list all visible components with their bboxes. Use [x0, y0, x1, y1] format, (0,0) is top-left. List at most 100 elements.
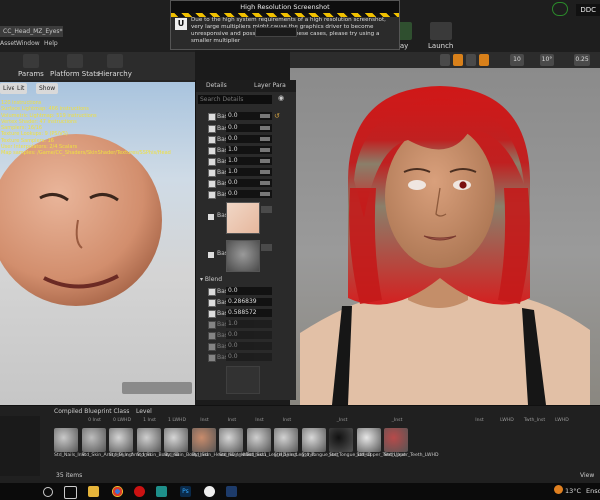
param-row[interactable]: Base 0.0 ↺ — [208, 112, 288, 121]
param-row[interactable]: Base 1.0 — [208, 146, 288, 155]
asset-thumbnail — [384, 428, 408, 452]
rotation-snap-chip[interactable]: 10° — [540, 54, 554, 66]
grid-size-chip[interactable]: 10 — [510, 54, 524, 66]
windows-taskbar: Ps 13°C Ensol — [0, 483, 600, 500]
hierarchy-button[interactable]: Hierarchy — [98, 54, 132, 78]
menu-help[interactable]: Help — [44, 40, 58, 47]
texture-thumbnail[interactable] — [226, 202, 260, 234]
texture-param-row[interactable]: Base — [208, 240, 288, 274]
scale-snap-chip[interactable]: 0.25 — [574, 54, 590, 66]
folder-tree[interactable] — [0, 416, 40, 476]
tab-compiled-blueprint-class[interactable]: Compiled Blueprint Class — [54, 407, 134, 417]
launch-button[interactable]: Launch — [428, 22, 453, 50]
param-row[interactable]: Base 1.0 — [208, 157, 288, 166]
platform-stats-button[interactable]: Platform Stats — [50, 54, 100, 78]
asset-top-label: Inst — [255, 418, 264, 423]
asset-tile[interactable]: Std_Nails_Inst — [54, 428, 86, 459]
reset-icon[interactable]: ↺ — [274, 112, 280, 121]
preview-shape-buttons[interactable] — [122, 382, 192, 394]
menu-asset[interactable]: Asset — [0, 40, 16, 47]
asset-tile[interactable]: Std_Tongue_LWHD — [329, 428, 371, 459]
asset-name: Std_Upper_Teeth_LWHD — [384, 453, 439, 458]
material-editor-window: CC_Head_MZ_Eyes* Asset Window Help Param… — [0, 0, 195, 405]
asset-name: Std_Tongue_Inst — [301, 453, 339, 458]
transform-icon[interactable] — [440, 54, 450, 66]
lit-dropdown[interactable]: Lit — [14, 83, 28, 94]
asset-top-label: Inst — [282, 418, 292, 423]
param-row[interactable]: Base 0.0 — [208, 179, 288, 188]
texture-dropdown[interactable] — [261, 244, 272, 251]
items-count: 35 items — [56, 472, 83, 479]
asset-tab[interactable]: CC_Head_MZ_Eyes* — [0, 26, 63, 37]
asset-tile[interactable]: Std_Skin_Head_HD_Inst1 — [191, 428, 248, 459]
texture-dropdown[interactable] — [261, 206, 272, 213]
asset-tile[interactable]: Std_Upper_Teeth_Inst — [356, 428, 406, 459]
asset-top-label: Inst — [227, 418, 237, 423]
asset-tile[interactable]: Std_Skin_Body_Inst — [164, 428, 208, 459]
asset-tile[interactable]: Std_Skin_Leg_Inst — [274, 428, 315, 459]
tab-level[interactable]: Level — [136, 407, 166, 417]
visibility-eye-icon[interactable]: ◉ — [278, 94, 284, 102]
language-indicator[interactable]: Ensol — [586, 487, 600, 495]
weather-icon[interactable] — [554, 485, 563, 494]
asset-name: Std_Upper_Teeth_Inst — [356, 453, 406, 458]
asset-thumbnail — [81, 428, 106, 452]
blend-param-row[interactable]: Base 0.588572 — [208, 309, 288, 318]
asset-top-label: LWHD — [555, 418, 569, 423]
asset-thumbnail — [246, 428, 271, 452]
grid-icon[interactable] — [466, 54, 476, 66]
texture-param-row[interactable] — [208, 366, 288, 396]
params-button[interactable]: Params — [18, 54, 44, 78]
param-row[interactable]: Base 0.0 — [208, 135, 288, 144]
asset-name: Std_Skin_Leg_Inst — [274, 453, 315, 458]
asset-tile[interactable]: Std_Skin_Arm_Inst — [109, 428, 151, 459]
launch-icon — [429, 22, 452, 40]
opera-icon[interactable] — [134, 486, 145, 497]
param-row[interactable]: Base 0.0 — [208, 190, 288, 199]
blend-param-row[interactable]: Base 1.0 — [208, 320, 288, 329]
details-search-input[interactable]: Search Details — [198, 95, 272, 104]
blend-param-row[interactable]: Base 0.0 — [208, 342, 288, 351]
asset-tile[interactable]: Std_Skin_Arm_HD_Inst — [81, 428, 133, 459]
grid-toggle-icon[interactable] — [479, 54, 489, 66]
character-render[interactable] — [290, 68, 600, 405]
blend-param-row[interactable]: Base 0.0 — [208, 331, 288, 340]
asset-tile[interactable]: Std_Upper_Teeth_LWHD — [384, 428, 439, 459]
chrome-icon[interactable] — [112, 486, 123, 497]
blend-param-row[interactable]: Base 0.0 — [208, 287, 288, 296]
source-control-icon[interactable] — [552, 2, 568, 16]
right-iris — [459, 181, 467, 189]
texture-thumbnail[interactable] — [226, 366, 260, 394]
tab-details[interactable]: Details — [206, 81, 227, 91]
file-explorer-icon[interactable] — [88, 486, 99, 497]
blend-param-row[interactable]: Base 0.0 — [208, 353, 288, 362]
tab-layer-parameters[interactable]: Layer Para — [254, 81, 286, 91]
asset-tile[interactable]: Std_Skin_Head_Inst1 — [219, 428, 267, 459]
app-icon-2[interactable] — [226, 486, 237, 497]
search-circle-icon[interactable] — [43, 487, 53, 497]
window-buttons[interactable] — [255, 27, 297, 37]
task-view-icon[interactable] — [64, 486, 77, 499]
blend-section-header[interactable]: ▾ Blend — [200, 276, 222, 283]
param-row[interactable]: Base 0.0 — [208, 124, 288, 133]
snap-icon[interactable] — [453, 54, 463, 66]
asset-tile[interactable]: Std_Skin_Leg_HD_Inst — [246, 428, 297, 459]
photoshop-icon[interactable]: Ps — [180, 486, 191, 497]
show-dropdown[interactable]: Show — [36, 83, 59, 94]
asset-thumbnail — [356, 428, 381, 452]
asset-tile[interactable]: Std_Skin_Body_HD — [136, 428, 179, 459]
weather-temperature[interactable]: 13°C — [565, 487, 581, 495]
unreal-engine-icon[interactable] — [204, 486, 215, 497]
window-title: DDC — [576, 4, 600, 16]
app-icon[interactable] — [156, 486, 167, 497]
texture-thumbnail[interactable] — [226, 240, 260, 272]
preview-viewport[interactable]: Live Lit Show 120 instructions Surface L… — [0, 82, 195, 405]
menu-window[interactable]: Window — [16, 40, 40, 47]
asset-tile[interactable]: Std_Tongue_Inst — [301, 428, 339, 459]
asset-name: Std_Skin_Leg_HD_Inst — [246, 453, 297, 458]
texture-param-row[interactable]: Base — [208, 202, 288, 236]
asset-top-label: 1 Inst — [143, 418, 156, 423]
blend-param-row[interactable]: Base 0.286839 — [208, 298, 288, 307]
param-row[interactable]: Base 1.0 — [208, 168, 288, 177]
view-options-button[interactable]: View — [580, 472, 594, 479]
